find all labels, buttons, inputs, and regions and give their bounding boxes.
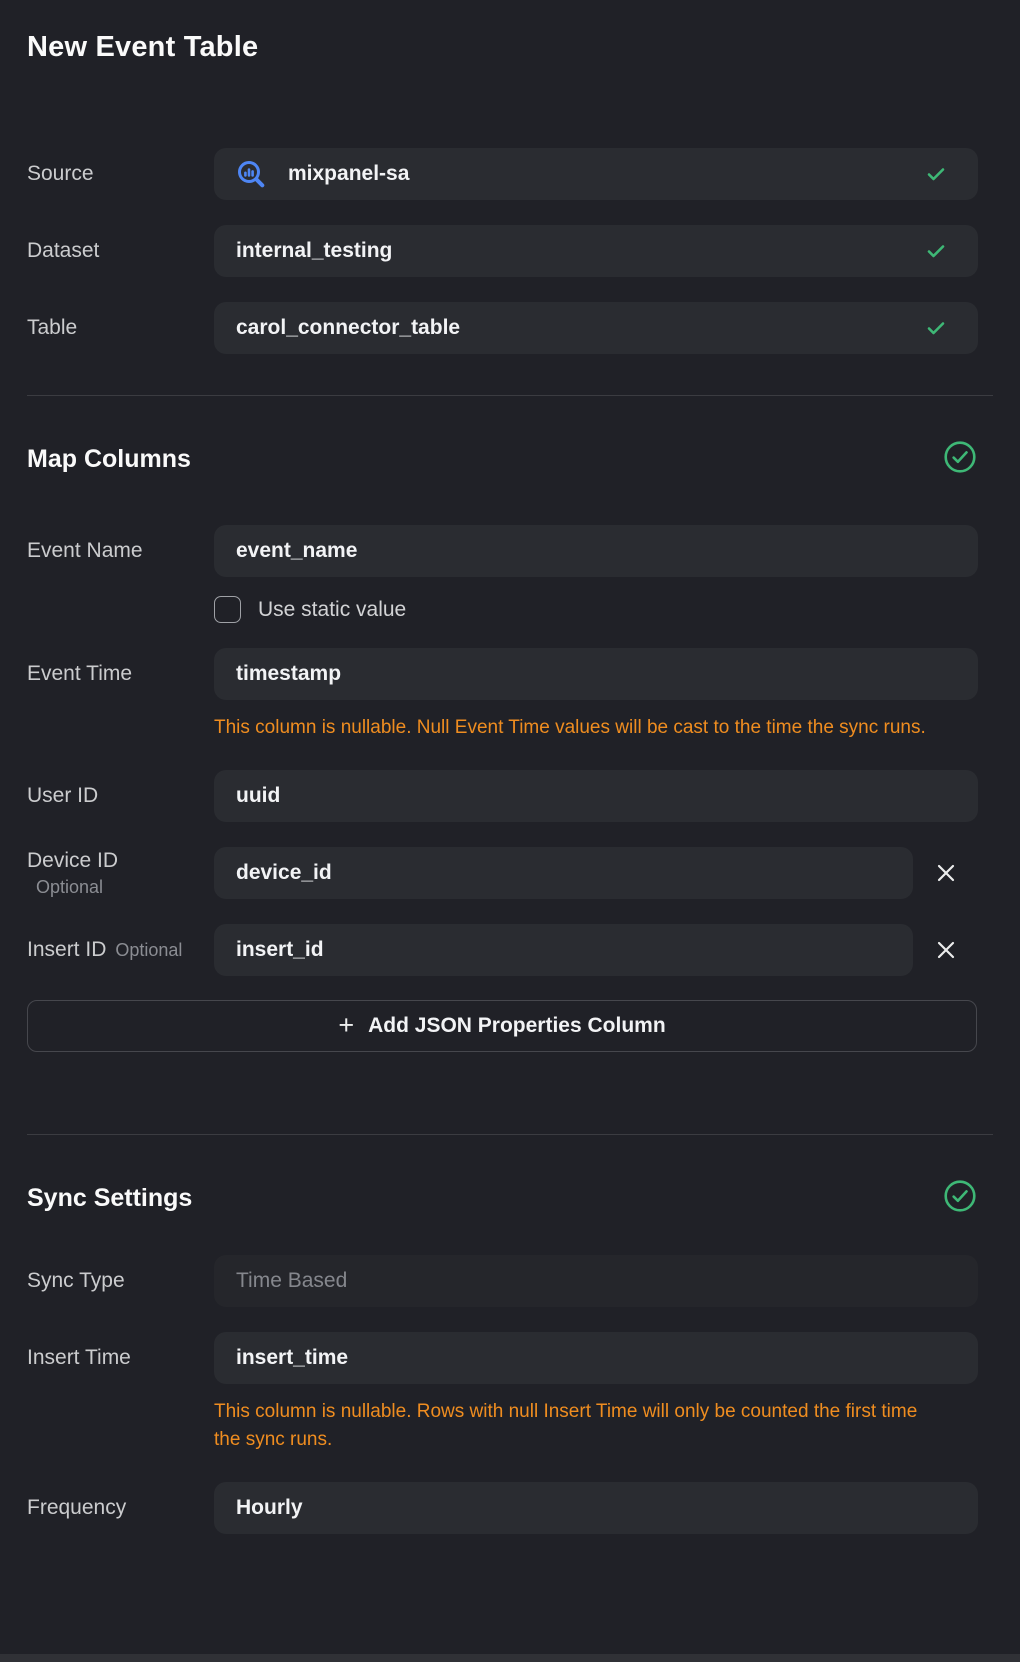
device-id-label-group: Device ID Optional (27, 849, 214, 898)
table-field-row: Table carol_connector_table (27, 302, 993, 354)
dataset-label: Dataset (27, 239, 214, 263)
table-label: Table (27, 316, 214, 340)
page-title: New Event Table (27, 30, 993, 64)
source-field-row: Source mixpanel-sa (27, 148, 993, 200)
map-columns-header: Map Columns (27, 440, 993, 479)
insert-time-input[interactable]: insert_time (214, 1332, 978, 1384)
device-id-row: Device ID Optional device_id (27, 847, 993, 899)
user-id-row: User ID uuid (27, 770, 993, 822)
insert-id-remove-slot (913, 933, 978, 967)
device-id-input[interactable]: device_id (214, 847, 913, 899)
bigquery-source-icon (236, 159, 266, 189)
close-icon (935, 862, 957, 884)
event-time-warning: This column is nullable. Null Event Time… (214, 714, 926, 742)
sync-settings-header: Sync Settings (27, 1179, 993, 1218)
user-id-label: User ID (27, 784, 214, 808)
user-id-input[interactable]: uuid (214, 770, 978, 822)
device-id-label: Device ID (27, 849, 214, 873)
source-label: Source (27, 162, 214, 186)
insert-id-label-group: Insert ID Optional (27, 938, 214, 962)
device-id-remove-button[interactable] (929, 856, 963, 890)
map-columns-title: Map Columns (27, 444, 191, 475)
add-json-properties-label: Add JSON Properties Column (368, 1014, 666, 1038)
insert-id-remove-button[interactable] (929, 933, 963, 967)
section-divider (27, 395, 993, 396)
device-id-optional-label: Optional (27, 877, 214, 898)
circle-check-icon (943, 440, 977, 479)
add-json-properties-button[interactable]: + Add JSON Properties Column (27, 1000, 977, 1052)
event-name-row: Event Name event_name (27, 525, 993, 577)
insert-id-value: insert_id (236, 938, 891, 962)
insert-time-value: insert_time (236, 1346, 956, 1370)
section-divider (27, 1134, 993, 1135)
source-select[interactable]: mixpanel-sa (214, 148, 978, 200)
check-icon (924, 162, 948, 186)
sync-type-value: Time Based (236, 1269, 956, 1293)
device-id-value: device_id (236, 861, 891, 885)
footer-edge (0, 1654, 1020, 1662)
dataset-select[interactable]: internal_testing (214, 225, 978, 277)
use-static-value-label: Use static value (258, 598, 406, 622)
sync-type-row: Sync Type Time Based (27, 1255, 993, 1307)
event-time-label: Event Time (27, 662, 214, 686)
user-id-value: uuid (236, 784, 956, 808)
event-name-input[interactable]: event_name (214, 525, 978, 577)
use-static-value-row: Use static value (214, 596, 993, 623)
check-icon (924, 239, 948, 263)
source-value: mixpanel-sa (288, 162, 924, 186)
plus-icon: + (338, 1012, 354, 1039)
event-time-row: Event Time timestamp (27, 648, 993, 700)
insert-time-label: Insert Time (27, 1346, 214, 1370)
frequency-label: Frequency (27, 1496, 214, 1520)
sync-settings-title: Sync Settings (27, 1183, 192, 1214)
event-time-value: timestamp (236, 662, 956, 686)
close-icon (935, 939, 957, 961)
dataset-field-row: Dataset internal_testing (27, 225, 993, 277)
insert-id-input[interactable]: insert_id (214, 924, 913, 976)
sync-type-input: Time Based (214, 1255, 978, 1307)
event-name-value: event_name (236, 539, 956, 563)
insert-id-row: Insert ID Optional insert_id (27, 924, 993, 976)
check-icon (924, 316, 948, 340)
circle-check-icon (943, 1179, 977, 1218)
sync-type-label: Sync Type (27, 1269, 214, 1293)
insert-id-optional-label: Optional (115, 940, 182, 961)
table-select[interactable]: carol_connector_table (214, 302, 978, 354)
frequency-input[interactable]: Hourly (214, 1482, 978, 1534)
frequency-value: Hourly (236, 1496, 956, 1520)
device-id-remove-slot (913, 856, 978, 890)
dataset-value: internal_testing (236, 239, 924, 263)
event-time-input[interactable]: timestamp (214, 648, 978, 700)
insert-time-row: Insert Time insert_time (27, 1332, 993, 1384)
insert-time-warning: This column is nullable. Rows with null … (214, 1398, 926, 1454)
use-static-value-checkbox[interactable] (214, 596, 241, 623)
insert-id-label: Insert ID (27, 938, 106, 962)
frequency-row: Frequency Hourly (27, 1482, 993, 1534)
event-name-label: Event Name (27, 539, 214, 563)
table-value: carol_connector_table (236, 316, 924, 340)
